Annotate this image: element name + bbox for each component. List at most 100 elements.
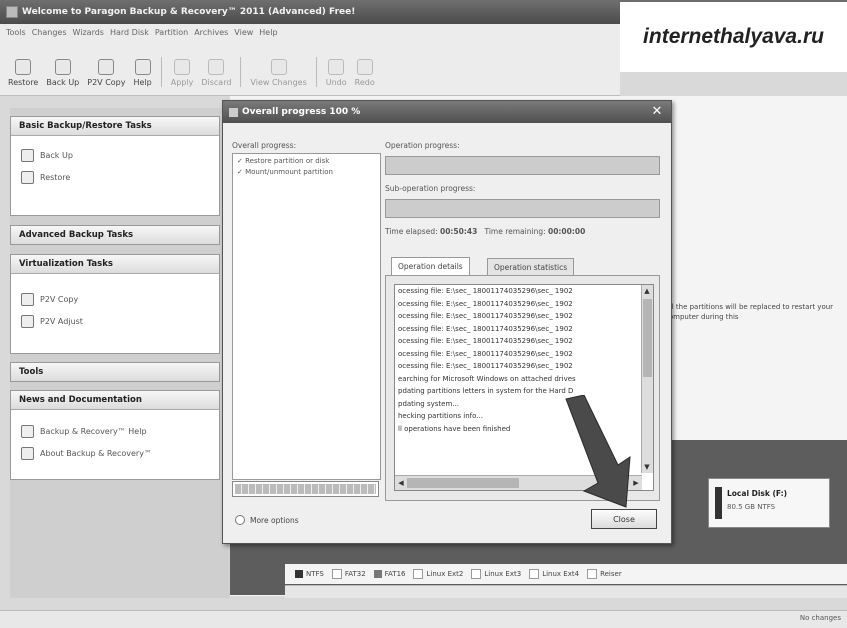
legend-fat16: FAT16	[373, 570, 405, 578]
sidebar-item-label: Backup & Recovery™ Help	[40, 426, 147, 436]
restore-icon	[21, 170, 34, 184]
tools-panel[interactable]: Tools	[10, 362, 220, 382]
legend-swatch	[529, 569, 540, 579]
filesystem-legend: NTFS FAT32 FAT16 Linux Ext2 Linux Ext3 L…	[285, 564, 847, 584]
tools-title: Tools	[11, 363, 219, 381]
discard-button[interactable]: Discard	[199, 59, 233, 87]
main-horizontal-scrollbar[interactable]	[285, 585, 847, 598]
log-line: earching for Microsoft Windows on attach…	[398, 374, 576, 383]
discard-icon	[208, 59, 225, 75]
backup-button[interactable]: Back Up	[44, 59, 81, 87]
log-line: ocessing file: E:\sec_ 18001174035296\se…	[398, 287, 573, 295]
app-icon	[6, 6, 18, 18]
redo-button[interactable]: Redo	[353, 59, 377, 87]
sidebar-item-back-up[interactable]: Back Up	[11, 144, 219, 166]
more-options-toggle[interactable]: More options	[235, 515, 299, 525]
overall-progress-bar	[232, 481, 379, 497]
menu-help[interactable]: Help	[259, 28, 277, 37]
p2v-copy-icon	[98, 59, 115, 75]
undo-icon	[328, 59, 345, 75]
virtualization-tasks-panel: Virtualization Tasks P2V Copy P2V Adjust	[10, 254, 220, 354]
progress-fill	[235, 484, 376, 494]
log-vertical-scrollbar[interactable]: ▲ ▼	[641, 285, 653, 473]
restore-label: Restore	[8, 78, 39, 87]
backup-icon	[54, 59, 71, 75]
view-changes-label: View Changes	[250, 78, 307, 87]
p2v-copy-button[interactable]: P2V Copy	[85, 59, 127, 87]
menu-tools[interactable]: Tools	[6, 28, 26, 37]
news-panel: News and Documentation Backup & Recovery…	[10, 390, 220, 480]
toolbar-separator	[160, 57, 162, 87]
suboperation-progress-label: Sub-operation progress:	[385, 184, 476, 193]
view-changes-button[interactable]: View Changes	[248, 59, 308, 87]
scroll-thumb[interactable]	[407, 478, 519, 488]
view-changes-icon	[270, 59, 287, 75]
restore-icon	[15, 59, 32, 75]
app-icon	[229, 107, 238, 117]
legend-label: Linux Ext3	[484, 570, 522, 578]
legend-ext2: Linux Ext2	[413, 569, 463, 579]
backup-label: Back Up	[46, 78, 80, 87]
step-label: Mount/unmount partition	[245, 168, 333, 176]
legend-swatch	[331, 569, 342, 579]
sidebar-item-label: P2V Copy	[40, 294, 79, 304]
tab-operation-statistics[interactable]: Operation statistics	[487, 258, 575, 276]
menu-hard-disk[interactable]: Hard Disk	[110, 28, 149, 37]
dialog-title-bar: Overall progress 100 %	[223, 101, 671, 123]
legend-label: NTFS	[306, 570, 324, 578]
close-button[interactable]: Close	[591, 509, 657, 529]
legend-swatch	[373, 570, 382, 578]
log-line: ocessing file: E:\sec_ 18001174035296\se…	[398, 349, 573, 358]
restore-button[interactable]: Restore	[6, 59, 40, 87]
sidebar-item-help[interactable]: Backup & Recovery™ Help	[11, 420, 219, 442]
legend-fat32: FAT32	[331, 569, 366, 579]
toolbar: Restore Back Up P2V Copy Help Apply Disc…	[0, 40, 620, 96]
step-label: Restore partition or disk	[245, 157, 330, 165]
status-bar: No changes	[0, 610, 847, 628]
toolbar-separator	[315, 57, 317, 87]
help-label: Help	[133, 78, 152, 87]
menu-view[interactable]: View	[234, 28, 253, 37]
backup-icon	[21, 148, 34, 162]
partition-label: Local Disk (F:)	[727, 489, 788, 498]
window-title: Welcome to Paragon Backup & Recovery™ 20…	[22, 7, 356, 17]
step-item: ✓ Mount/unmount partition	[237, 168, 333, 176]
dialog-title: Overall progress 100 %	[242, 107, 361, 117]
watermark: internethalyava.ru	[620, 2, 847, 72]
scroll-up-icon[interactable]: ▲	[642, 286, 652, 296]
menu-changes[interactable]: Changes	[32, 28, 67, 37]
advanced-tasks-panel[interactable]: Advanced Backup Tasks	[10, 225, 220, 245]
p2v-copy-label: P2V Copy	[87, 78, 126, 87]
help-icon	[21, 424, 34, 438]
help-icon	[134, 59, 151, 75]
apply-label: Apply	[170, 78, 194, 87]
time-remaining-label: Time remaining:	[484, 227, 546, 236]
disk-partition-f[interactable]: Local Disk (F:) 80.5 GB NTFS	[708, 478, 830, 528]
p2v-adjust-icon	[21, 314, 34, 328]
help-button[interactable]: Help	[132, 59, 154, 87]
sidebar-item-about[interactable]: About Backup & Recovery™	[11, 442, 219, 464]
menu-partition[interactable]: Partition	[155, 28, 188, 37]
sidebar-item-p2v-adjust[interactable]: P2V Adjust	[11, 310, 219, 332]
log-line: ocessing file: E:\sec_ 18001174035296\se…	[398, 337, 573, 345]
advanced-tasks-title: Advanced Backup Tasks	[11, 226, 219, 244]
legend-ext4: Linux Ext4	[529, 569, 579, 579]
legend-label: FAT32	[344, 570, 366, 578]
scroll-left-icon[interactable]: ◀	[396, 478, 406, 488]
apply-button[interactable]: Apply	[169, 59, 196, 87]
more-options-label: More options	[250, 515, 299, 525]
sidebar-item-restore[interactable]: Restore	[11, 166, 219, 188]
legend-swatch	[413, 569, 424, 579]
sidebar-item-p2v-copy[interactable]: P2V Copy	[11, 288, 219, 310]
legend-ext3: Linux Ext3	[471, 569, 521, 579]
scroll-down-icon[interactable]: ▼	[642, 462, 652, 472]
tab-operation-details[interactable]: Operation details	[391, 257, 470, 275]
undo-button[interactable]: Undo	[324, 59, 349, 87]
menu-archives[interactable]: Archives	[194, 28, 228, 37]
suboperation-progress-bar	[385, 199, 660, 218]
partition-size: 80.5 GB NTFS	[727, 503, 776, 511]
scroll-thumb[interactable]	[643, 299, 652, 377]
menu-wizards[interactable]: Wizards	[73, 28, 104, 37]
dialog-close-icon[interactable]: ✕	[649, 104, 665, 120]
overall-progress-label: Overall progress:	[232, 141, 297, 150]
